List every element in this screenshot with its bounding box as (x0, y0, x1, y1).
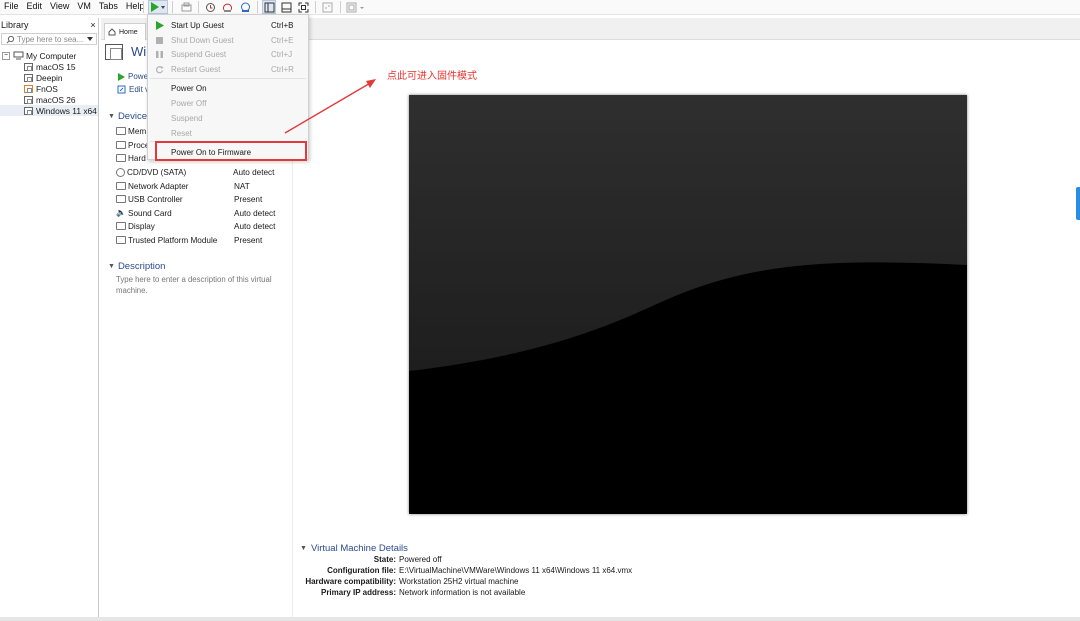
annotation-text: 点此可进入固件模式 (387, 71, 477, 82)
side-scroll-indicator[interactable] (1076, 187, 1080, 220)
status-bar (0, 617, 1080, 621)
annotation-arrow (284, 79, 376, 134)
